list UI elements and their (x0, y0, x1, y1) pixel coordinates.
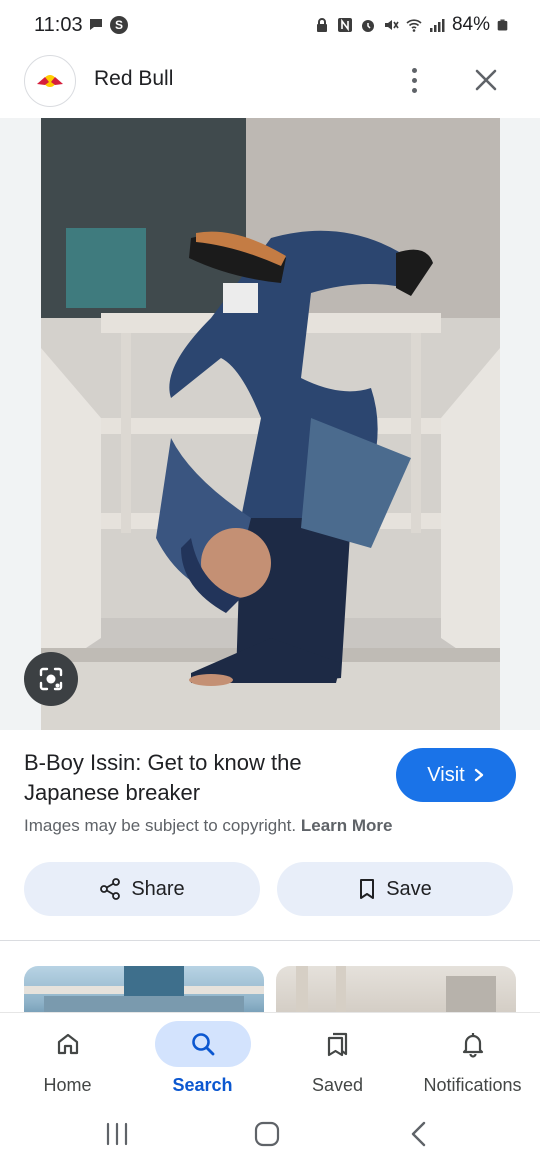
more-dot (411, 87, 417, 93)
more-dot (411, 77, 417, 83)
battery-icon (497, 19, 508, 31)
copyright-notice: Images may be subject to copyright. Lear… (24, 816, 393, 836)
nav-saved-icon-wrap (290, 1021, 386, 1067)
site-name[interactable]: Red Bull (94, 67, 173, 91)
nav-notifications-label: Notifications (423, 1075, 522, 1095)
result-title[interactable]: B-Boy Issin: Get to know the Japanese br… (24, 748, 384, 808)
divider (0, 940, 540, 941)
chevron-right-icon (474, 768, 483, 782)
share-icon (100, 878, 121, 900)
breakdancer-photo (41, 118, 500, 730)
bell-icon (462, 1033, 483, 1058)
bookmark-icon (360, 879, 375, 899)
share-button[interactable]: Share (24, 862, 260, 916)
nav-search[interactable]: Search (135, 1013, 270, 1109)
save-label: Save (386, 877, 432, 900)
lock-icon (316, 18, 327, 32)
nav-home-icon-wrap (20, 1021, 116, 1067)
lens-icon (39, 667, 63, 691)
nfc-icon (337, 18, 352, 32)
alarm-icon (361, 20, 374, 32)
more-vertical-icon (411, 67, 417, 73)
status-right: 84% (314, 14, 508, 36)
visit-label: Visit (427, 763, 465, 786)
nav-saved-label: Saved (311, 1075, 364, 1095)
lens-button[interactable] (24, 652, 78, 706)
s-badge-icon: S (110, 16, 128, 34)
site-logo[interactable] (24, 55, 76, 107)
nav-notifications[interactable]: Notifications (405, 1013, 540, 1109)
home-system-icon[interactable] (254, 1121, 280, 1147)
more-options-button[interactable] (400, 62, 428, 98)
signal-icon (429, 19, 445, 32)
share-label: Share (131, 877, 185, 900)
mute-icon (384, 20, 399, 30)
status-bar: 11:03 S 84% (0, 0, 540, 52)
status-time: 11:03 (34, 14, 83, 36)
home-icon (57, 1033, 78, 1055)
battery-percent: 84% (451, 14, 490, 35)
copyright-text: Images may be subject to copyright. (24, 816, 297, 835)
page: 11:03 S 84% Red Bull B-Boy Issin: Get to… (0, 0, 540, 1170)
nav-home-label: Home (43, 1075, 92, 1095)
visit-button[interactable]: Visit (396, 748, 516, 802)
close-icon[interactable] (470, 64, 502, 96)
red-bull-logo-icon (37, 75, 63, 87)
learn-more-link[interactable]: Learn More (301, 816, 393, 835)
header: Red Bull (0, 52, 540, 118)
wifi-icon (406, 19, 422, 32)
recent-apps-icon[interactable] (104, 1121, 130, 1147)
back-icon[interactable] (408, 1121, 430, 1147)
search-icon (191, 1033, 214, 1056)
result-photo[interactable] (41, 118, 500, 730)
system-navigation-bar (0, 1109, 540, 1170)
save-button[interactable]: Save (277, 862, 513, 916)
chat-bubble-icon (90, 19, 102, 30)
nav-search-label: Search (172, 1075, 233, 1095)
saved-icon (327, 1032, 347, 1057)
bottom-navigation: Home Search Saved Notifications (0, 1013, 540, 1109)
image-viewer[interactable] (0, 118, 540, 730)
status-left-icons: S (88, 16, 128, 34)
nav-home[interactable]: Home (0, 1013, 135, 1109)
nav-saved[interactable]: Saved (270, 1013, 405, 1109)
nav-search-icon-wrap (154, 1021, 251, 1067)
nav-notifications-icon-wrap (425, 1021, 521, 1067)
